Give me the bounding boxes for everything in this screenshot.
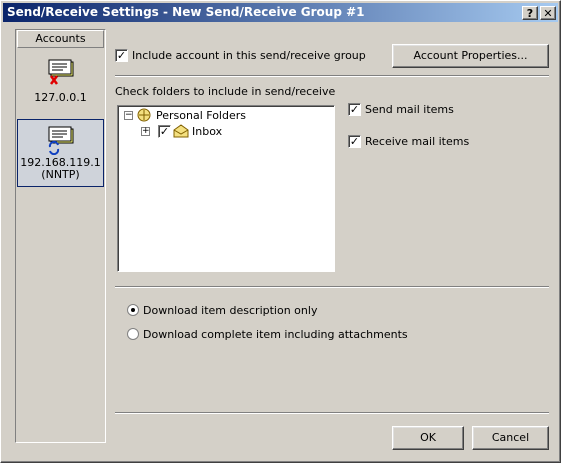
folder-tree[interactable]: − Personal Folders + ✓ Inbox: [117, 105, 335, 272]
accounts-sidebar: Accounts 127.0.0.1 192.168.119.1 (NNTP): [15, 29, 106, 443]
receive-mail-checkbox[interactable]: ✓: [348, 135, 361, 148]
inbox-label[interactable]: Inbox: [192, 125, 222, 138]
send-mail-label: Send mail items: [365, 103, 454, 116]
account-sync-icon: [45, 123, 77, 156]
personal-folders-label[interactable]: Personal Folders: [156, 109, 246, 122]
account-item-nntp[interactable]: 192.168.119.1 (NNTP): [17, 119, 104, 187]
send-receive-settings-dialog: Send/Receive Settings - New Send/Receive…: [0, 0, 561, 463]
download-description-label: Download item description only: [143, 304, 318, 317]
send-mail-checkbox[interactable]: ✓: [348, 103, 361, 116]
cancel-button[interactable]: Cancel: [472, 426, 549, 450]
account-properties-button[interactable]: Account Properties...: [392, 44, 549, 68]
accounts-header: Accounts: [17, 30, 104, 48]
account-label: 127.0.0.1: [34, 91, 87, 104]
help-button[interactable]: ?: [522, 6, 538, 20]
account-label-line2: (NNTP): [41, 168, 80, 181]
window-title: Send/Receive Settings - New Send/Receive…: [7, 5, 365, 19]
expand-toggle[interactable]: +: [141, 127, 150, 136]
include-account-label: Include account in this send/receive gro…: [132, 49, 366, 62]
account-disabled-icon: [45, 56, 77, 88]
inbox-icon: [173, 124, 189, 138]
personal-folders-icon: [136, 108, 152, 122]
inbox-checkbox[interactable]: ✓: [158, 125, 171, 138]
title-bar[interactable]: Send/Receive Settings - New Send/Receive…: [3, 3, 558, 22]
download-complete-radio[interactable]: [127, 328, 139, 340]
collapse-toggle[interactable]: −: [124, 111, 133, 120]
divider: [115, 412, 549, 414]
divider: [115, 75, 549, 77]
divider: [115, 286, 549, 288]
ok-button[interactable]: OK: [392, 426, 464, 450]
download-description-radio[interactable]: [127, 304, 139, 316]
folders-heading: Check folders to include in send/receive: [115, 85, 336, 98]
include-account-checkbox[interactable]: ✓: [115, 49, 128, 62]
close-button[interactable]: ✕: [540, 6, 556, 20]
download-complete-label: Download complete item including attachm…: [143, 328, 408, 341]
receive-mail-label: Receive mail items: [365, 135, 470, 148]
